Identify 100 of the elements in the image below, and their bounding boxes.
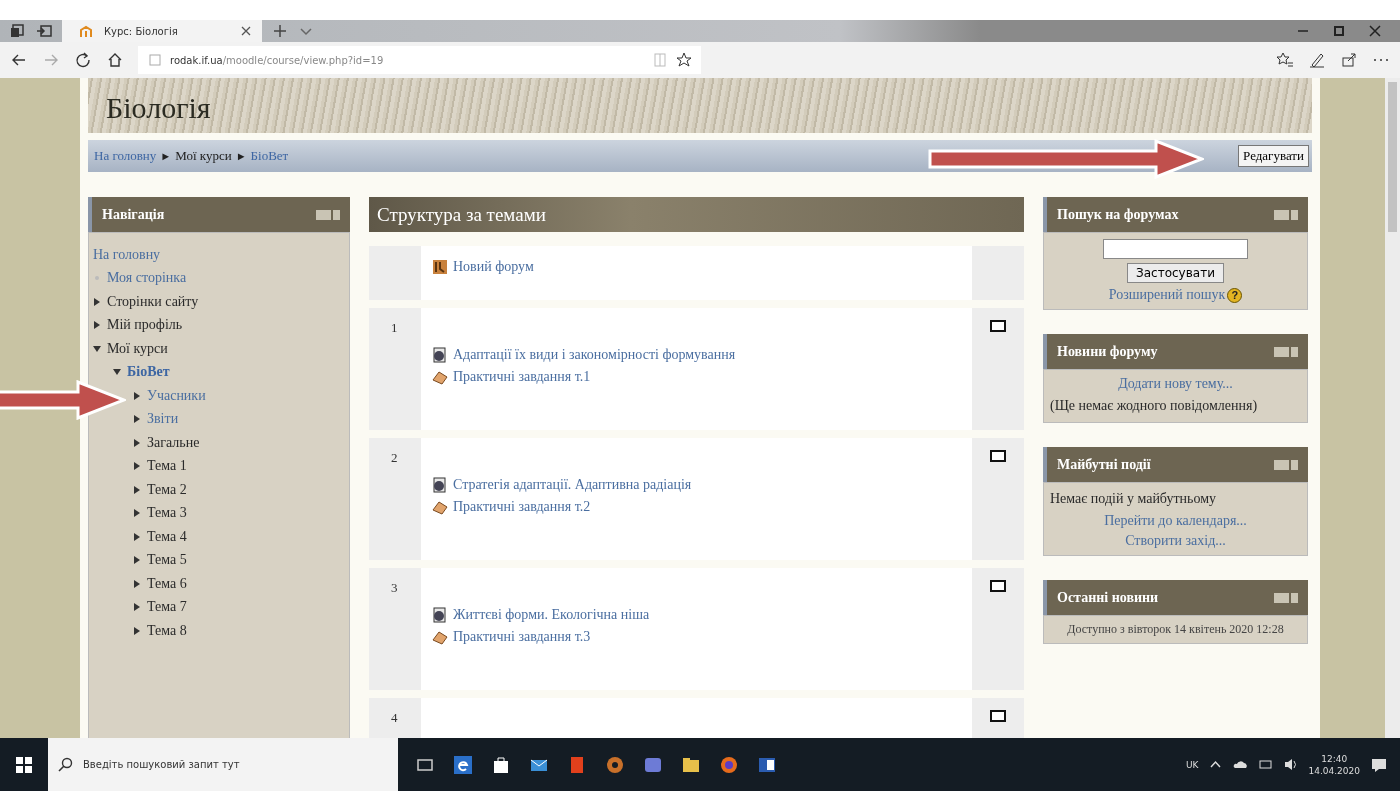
- nav-item[interactable]: На головну: [93, 246, 161, 263]
- dock-icon[interactable]: [1274, 346, 1298, 357]
- collapsed-arrow-icon[interactable]: [133, 579, 141, 588]
- nav-item[interactable]: Тема 2: [147, 481, 187, 498]
- nav-item[interactable]: Моя сторінка: [107, 270, 187, 287]
- block-text: (Ще немає жодного повідомлення): [1050, 397, 1259, 415]
- share-icon[interactable]: [1340, 51, 1358, 69]
- nav-item[interactable]: Мій профіль: [107, 317, 183, 334]
- nav-item[interactable]: Загальне: [147, 434, 200, 451]
- tab-title: Курс: Біологія: [104, 25, 179, 37]
- block-title: Новини форуму: [1057, 343, 1158, 360]
- help-icon[interactable]: ?: [1227, 287, 1243, 303]
- collapsed-arrow-icon[interactable]: [133, 603, 141, 612]
- dock-icon[interactable]: [1274, 592, 1298, 603]
- refresh-icon[interactable]: [74, 51, 92, 69]
- collapsed-arrow-icon[interactable]: [133, 556, 141, 565]
- block-link[interactable]: Перейти до календаря...: [1104, 513, 1247, 529]
- search-field[interactable]: [1103, 239, 1248, 259]
- collapsed-arrow-icon[interactable]: [133, 509, 141, 518]
- document-icon: [431, 346, 449, 364]
- url-text: rodak.if.ua/moodle/course/view.php?id=19: [170, 54, 385, 66]
- dock-icon[interactable]: [316, 209, 340, 220]
- browser-tab[interactable]: Курс: Біологія: [62, 20, 262, 42]
- scrollbar-thumb[interactable]: [1388, 82, 1397, 232]
- document-icon: [431, 476, 449, 494]
- tab-aside-icon[interactable]: [36, 24, 52, 38]
- activity-link[interactable]: Практичні завдання т.3: [431, 628, 962, 646]
- apply-button[interactable]: Застосувати: [1127, 263, 1224, 283]
- search-icon: [58, 757, 73, 772]
- course-title: Біологія: [106, 93, 211, 123]
- collapsed-arrow-icon[interactable]: [133, 626, 141, 635]
- nav-item[interactable]: Тема 7: [147, 599, 187, 616]
- activity-link[interactable]: Адаптації їх види і закономірності формування: [431, 346, 962, 364]
- highlight-square-icon[interactable]: [990, 320, 1006, 332]
- clock-time[interactable]: 12:40: [1321, 752, 1348, 765]
- collapsed-arrow-icon[interactable]: [133, 485, 141, 494]
- section-number: 3: [391, 580, 398, 596]
- dock-icon[interactable]: [1274, 459, 1298, 470]
- collapsed-arrow-icon[interactable]: [133, 391, 141, 400]
- edit-button[interactable]: Редагувати: [1238, 145, 1309, 167]
- activity-link[interactable]: Новий форум: [431, 258, 962, 276]
- expanded-arrow-icon[interactable]: [113, 368, 121, 377]
- highlight-square-icon[interactable]: [990, 450, 1006, 462]
- activity-link[interactable]: Практичні завдання т.1: [431, 368, 962, 386]
- nav-item[interactable]: БіоВет: [127, 364, 170, 381]
- section-number: 2: [391, 450, 398, 466]
- collapsed-arrow-icon[interactable]: [93, 321, 101, 330]
- tab-list-icon[interactable]: [10, 24, 26, 38]
- page-icon: [146, 51, 164, 69]
- favorites-icon[interactable]: [1276, 51, 1294, 69]
- block-text: Немає подій у майбутньому: [1050, 490, 1218, 508]
- highlight-square-icon[interactable]: [990, 580, 1006, 592]
- star-icon[interactable]: [675, 51, 693, 69]
- nav-item[interactable]: Тема 8: [147, 622, 187, 639]
- clock-date[interactable]: 14.04.2020: [1308, 764, 1360, 777]
- collapsed-arrow-icon[interactable]: [133, 438, 141, 447]
- scrollbar[interactable]: [1385, 78, 1400, 738]
- pen-icon[interactable]: [1308, 51, 1326, 69]
- block-link[interactable]: Розширений пошук ?: [1108, 287, 1243, 303]
- chat-app-icon[interactable]: [644, 755, 662, 774]
- home-icon[interactable]: [106, 51, 124, 69]
- collapsed-arrow-icon[interactable]: [133, 415, 141, 424]
- block-title: Пошук на форумах: [1057, 206, 1179, 223]
- activity-link[interactable]: Життєві форми. Екологічна ніша: [431, 606, 962, 624]
- nav-item[interactable]: Учасники: [147, 387, 206, 404]
- nav-item[interactable]: Тема 1: [147, 458, 187, 475]
- block-title: Майбутні події: [1057, 456, 1151, 473]
- nav-item[interactable]: Тема 4: [147, 528, 187, 545]
- activity-link[interactable]: Стратегія адаптації. Адаптивна радіація: [431, 476, 962, 494]
- browser-icon[interactable]: [454, 755, 472, 774]
- nav-item[interactable]: Тема 5: [147, 552, 187, 569]
- nav-item[interactable]: Тема 3: [147, 505, 187, 522]
- dock-icon[interactable]: [1274, 209, 1298, 220]
- breadcrumb-separator: ►: [160, 150, 172, 162]
- collapsed-arrow-icon[interactable]: [133, 462, 141, 471]
- new-tab-icon[interactable]: [272, 24, 288, 38]
- wheel-icon[interactable]: [606, 755, 624, 774]
- collapsed-arrow-icon[interactable]: [133, 532, 141, 541]
- address-field[interactable]: rodak.if.ua/moodle/course/view.php?id=19: [138, 46, 701, 74]
- block-link[interactable]: Додати нову тему...: [1118, 376, 1233, 392]
- folder-icon[interactable]: [682, 755, 700, 774]
- shopping-bag-icon[interactable]: [492, 755, 510, 774]
- nav-item[interactable]: Тема 6: [147, 575, 187, 592]
- block-link[interactable]: Створити захід...: [1125, 533, 1226, 549]
- speaker-icon[interactable]: [1283, 757, 1299, 772]
- activity-link[interactable]: Практичні завдання т.2: [431, 498, 962, 516]
- network-icon[interactable]: [1258, 757, 1274, 772]
- document-icon: [431, 606, 449, 624]
- search-field[interactable]: Введіть пошуковий запит тут: [81, 758, 388, 771]
- block-title: Навігація: [102, 206, 165, 223]
- nav-item[interactable]: Мої курси: [107, 340, 168, 357]
- breadcrumb-link[interactable]: Мої курси: [175, 148, 232, 164]
- windows-logo-icon[interactable]: [16, 756, 32, 773]
- breadcrumb-separator: ►: [235, 150, 247, 162]
- language-indicator[interactable]: UK: [1185, 759, 1199, 770]
- block-title: Останні новини: [1057, 589, 1159, 606]
- expanded-arrow-icon[interactable]: [93, 344, 101, 353]
- nav-item[interactable]: Сторінки сайту: [107, 293, 199, 310]
- collapsed-arrow-icon[interactable]: [93, 297, 101, 306]
- highlight-square-icon[interactable]: [990, 710, 1006, 722]
